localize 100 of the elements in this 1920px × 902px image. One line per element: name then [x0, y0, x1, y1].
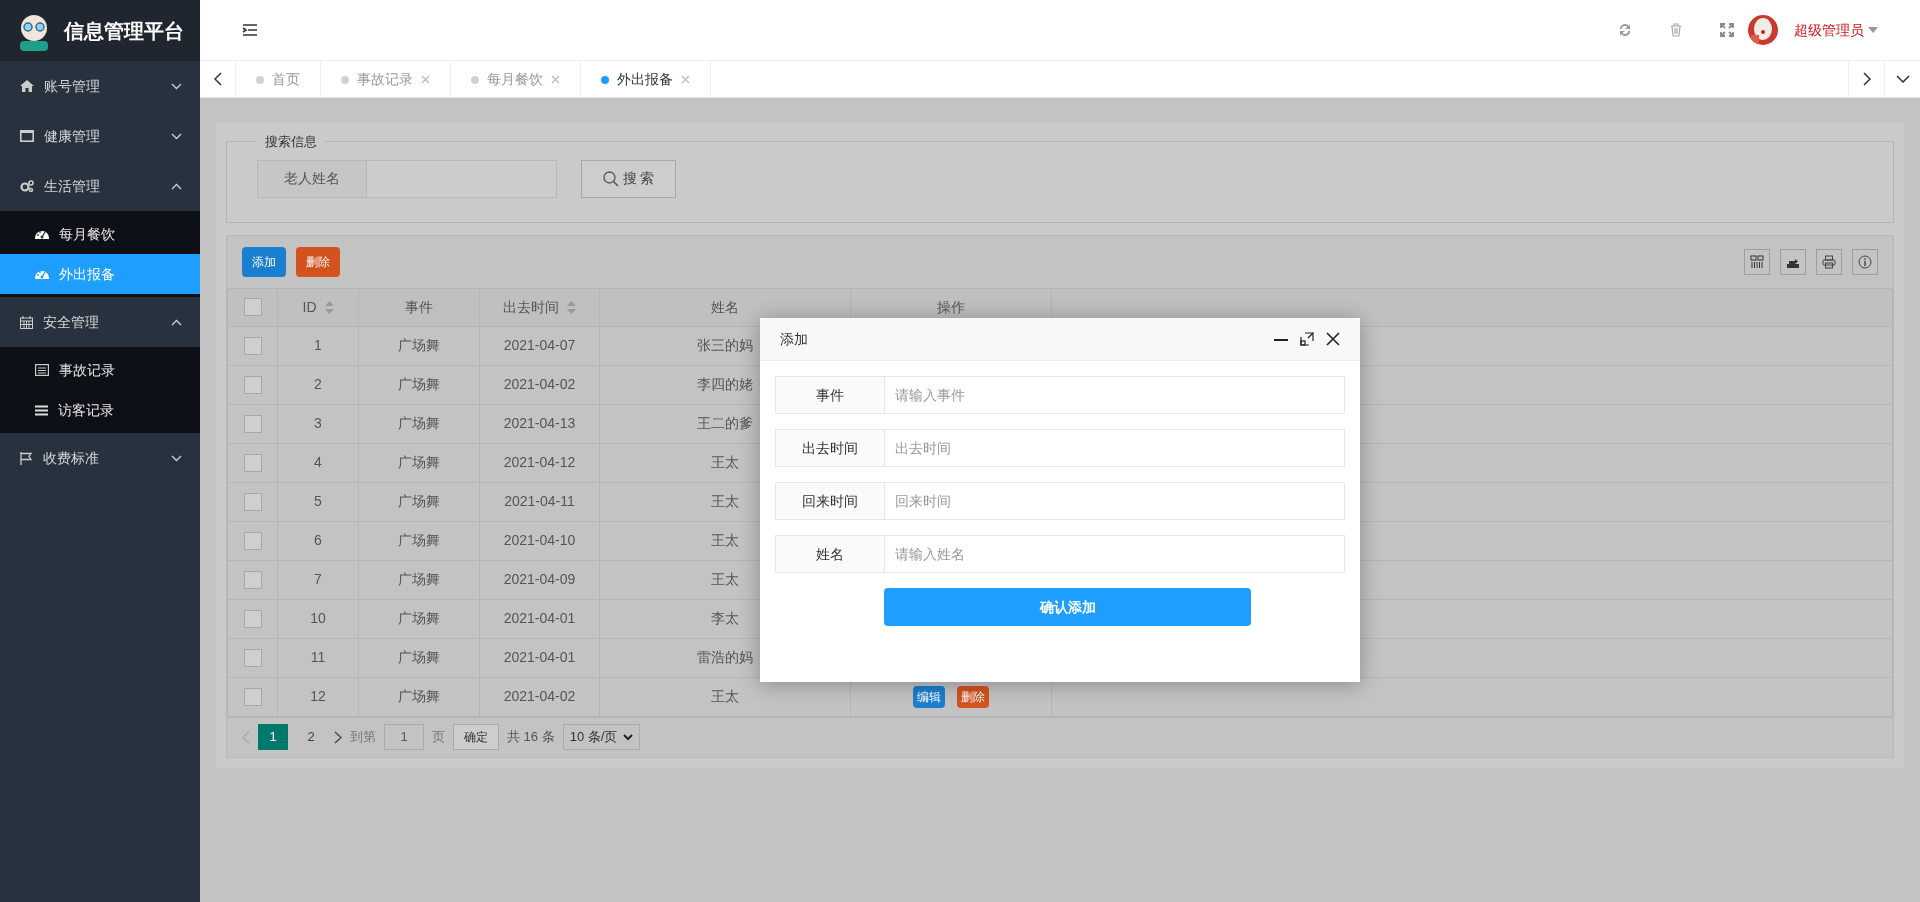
table-cell: 王太 [711, 571, 739, 587]
chevron-down-icon [171, 454, 182, 462]
page-button[interactable]: 2 [296, 724, 326, 750]
row-checkbox[interactable] [243, 570, 262, 589]
chevron-down-icon [1895, 75, 1910, 83]
menu-icon[interactable] [242, 23, 258, 37]
sidebar-submenu-item[interactable]: 事故记录 [0, 350, 200, 390]
search-legend: 搜索信息 [257, 132, 325, 152]
sidebar-menu-item[interactable]: 健康管理 [0, 111, 200, 161]
list-window-icon [35, 364, 49, 376]
field-label: 出去时间 [775, 429, 885, 467]
table-cell: 2 [314, 376, 322, 392]
column-header: 事件 [405, 297, 433, 317]
sidebar-menu-item[interactable]: 收费标准 [0, 433, 200, 483]
window-icon [20, 130, 34, 142]
sidebar-submenu-item[interactable]: 每月餐饮 [0, 214, 200, 254]
row-checkbox[interactable] [243, 492, 262, 511]
row-checkbox[interactable] [243, 609, 262, 628]
user-avatar[interactable] [1748, 15, 1778, 45]
delete-button[interactable]: 删除 [957, 685, 989, 708]
dashboard-icon [35, 228, 49, 240]
columns-icon[interactable] [1744, 248, 1770, 275]
field-label: 回来时间 [775, 482, 885, 520]
row-checkbox[interactable] [243, 453, 262, 472]
table-cell: 广场舞 [398, 415, 440, 431]
page-unit-label: 页 [432, 728, 445, 747]
search-button[interactable]: 搜 索 [581, 159, 676, 198]
maximize-icon[interactable] [1300, 332, 1314, 346]
table-cell: 王二的爹 [697, 415, 753, 431]
table-cell: 广场舞 [398, 649, 440, 665]
chevron-up-icon [171, 318, 182, 326]
table-cell: 张三的妈 [697, 337, 753, 353]
sidebar-menu-item[interactable]: 账号管理 [0, 61, 200, 111]
table-cell: 王太 [711, 454, 739, 470]
row-checkbox[interactable] [243, 336, 262, 355]
chevron-down-icon [171, 82, 182, 90]
table-cell: 李四的姥 [697, 376, 753, 392]
table-cell: 2021-04-09 [503, 571, 576, 587]
close-icon[interactable] [1326, 332, 1340, 346]
trash-icon[interactable] [1670, 23, 1682, 37]
row-checkbox[interactable] [243, 531, 262, 550]
table-cell: 广场舞 [398, 688, 440, 704]
text-input-field[interactable]: 请输入事件 [885, 376, 1345, 414]
next-page-icon[interactable] [334, 730, 342, 744]
chevron-left-icon [213, 72, 222, 86]
table-cell: 李太 [711, 610, 739, 626]
field-label: 事件 [775, 376, 885, 414]
text-input-field[interactable]: 出去时间 [885, 429, 1345, 467]
row-checkbox[interactable] [243, 648, 262, 667]
page-button[interactable]: 1 [258, 724, 288, 750]
refresh-icon[interactable] [1618, 23, 1632, 37]
list-icon [35, 404, 48, 416]
table-cell: 7 [314, 571, 322, 587]
table-cell: 12 [310, 688, 326, 704]
info-icon[interactable] [1852, 248, 1878, 275]
table-cell: 2021-04-01 [503, 610, 576, 626]
table-cell: 广场舞 [398, 493, 440, 509]
edit-button[interactable]: 编辑 [913, 685, 945, 708]
add-button[interactable]: 添加 [242, 246, 286, 277]
table-cell: 雷浩的妈 [697, 649, 753, 665]
delete-button[interactable]: 删除 [296, 246, 340, 277]
table-cell: 广场舞 [398, 610, 440, 626]
calendar-icon [20, 315, 33, 329]
table-cell: 1 [314, 337, 322, 353]
table-cell: 王太 [711, 688, 739, 704]
page-size-select[interactable]: 10 条/页 [562, 724, 641, 750]
table-cell: 2021-04-07 [503, 337, 576, 353]
row-checkbox[interactable] [243, 414, 262, 433]
select-all-checkbox[interactable] [243, 298, 262, 316]
table-cell: 广场舞 [398, 337, 440, 353]
field-label: 姓名 [775, 535, 885, 573]
table-cell: 广场舞 [398, 571, 440, 587]
page-input[interactable]: 1 [384, 724, 424, 750]
sort-icon[interactable] [567, 300, 576, 314]
row-checkbox[interactable] [243, 687, 262, 706]
table-cell: 广场舞 [398, 532, 440, 548]
text-input-field[interactable]: 请输入姓名 [885, 535, 1345, 573]
confirm-page-button[interactable]: 确定 [453, 724, 499, 750]
table-cell: 广场舞 [398, 454, 440, 470]
sidebar-menu-item[interactable]: 安全管理 [0, 297, 200, 347]
user-menu[interactable]: 超级管理员 [1794, 19, 1878, 41]
print-icon[interactable] [1816, 248, 1842, 275]
column-header: ID [302, 297, 317, 317]
sidebar-menu-item[interactable]: 生活管理 [0, 161, 200, 211]
table-cell: 2021-04-11 [504, 493, 575, 509]
row-checkbox[interactable] [243, 375, 262, 394]
home-icon [20, 80, 34, 92]
fullscreen-icon[interactable] [1720, 23, 1734, 37]
table-cell: 王太 [711, 493, 739, 509]
text-input-field[interactable]: 回来时间 [885, 482, 1345, 520]
caret-icon [1868, 27, 1878, 33]
sidebar-submenu-item[interactable]: 访客记录 [0, 390, 200, 430]
sort-icon[interactable] [324, 300, 334, 314]
column-header: 姓名 [711, 297, 739, 317]
export-icon[interactable] [1780, 248, 1806, 275]
previous-page-icon[interactable] [242, 730, 250, 744]
table-cell: 2021-04-13 [503, 415, 576, 431]
chevron-down-icon [171, 132, 182, 140]
field-label: 老人姓名 [257, 159, 367, 198]
table-cell: 3 [314, 415, 322, 431]
